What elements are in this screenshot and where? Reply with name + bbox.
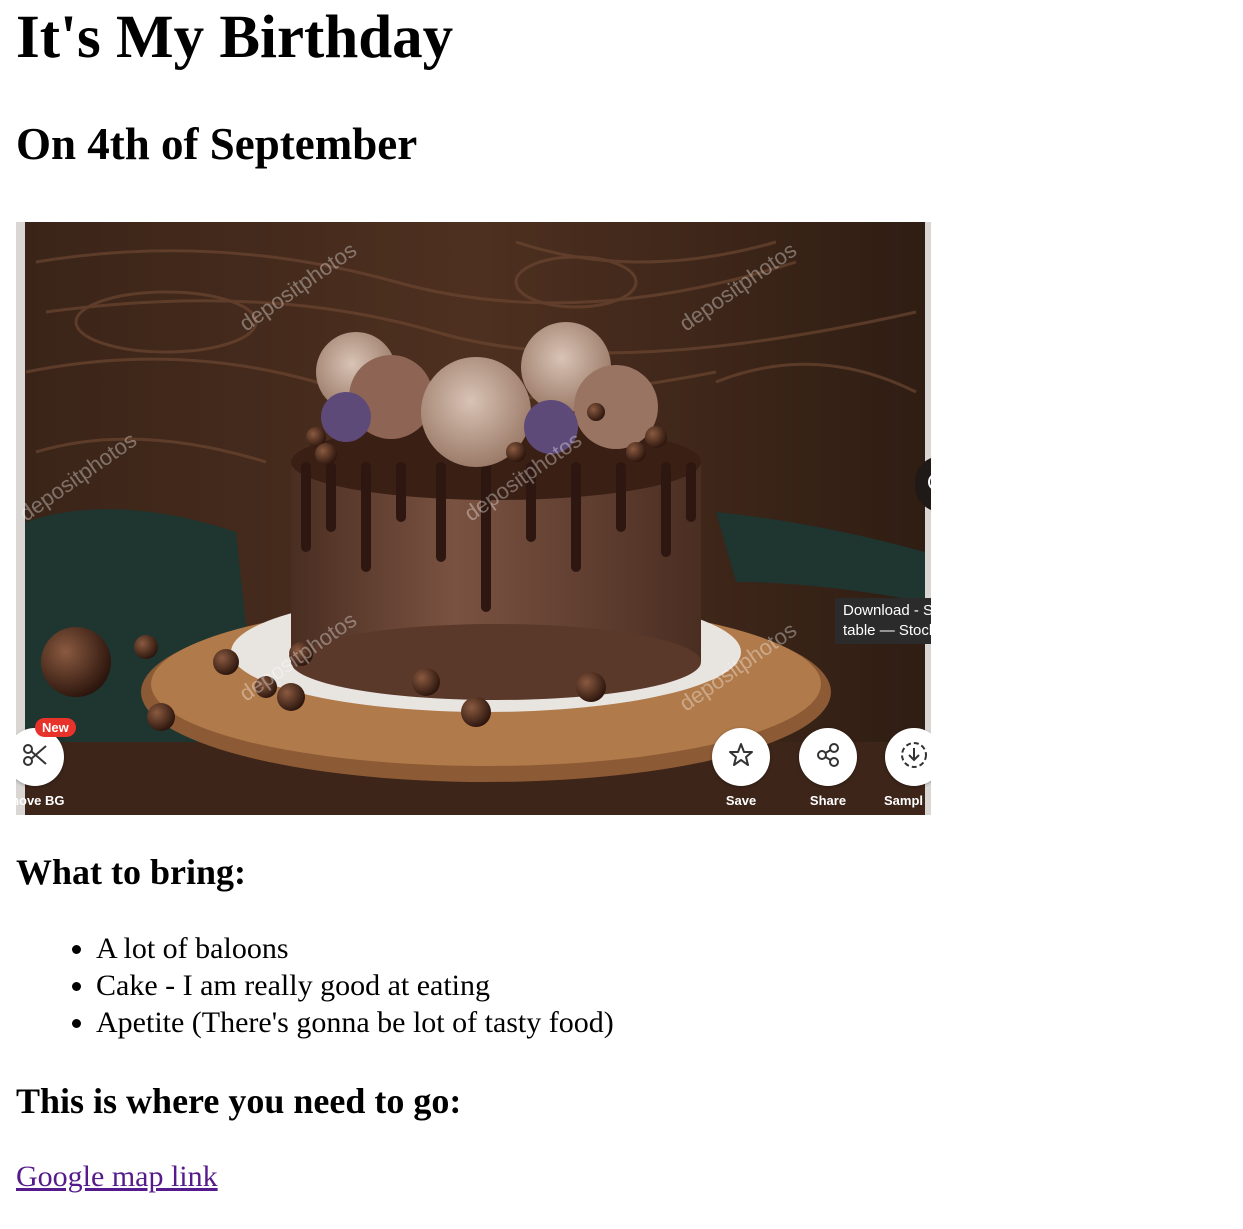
save-label: Save — [725, 793, 757, 808]
location-heading: This is where you need to go: — [16, 1081, 462, 1121]
download-tooltip: Download - S table — Stock — [835, 598, 931, 644]
download-icon — [899, 740, 929, 775]
list-item: Cake - I am really good at eating — [96, 967, 614, 1004]
list-item: A lot of baloons — [96, 930, 614, 967]
google-map-link[interactable]: Google map link — [16, 1160, 218, 1194]
save-button[interactable] — [712, 728, 770, 786]
sample-label: Sampl — [884, 793, 924, 808]
remove-bg-label: move BG — [16, 793, 65, 808]
bring-heading: What to bring: — [16, 852, 247, 892]
page-title: It's My Birthday — [16, 4, 454, 71]
scissors-icon — [20, 740, 50, 775]
tooltip-line-2: table — Stock — [843, 622, 931, 639]
star-icon — [727, 741, 755, 774]
share-button[interactable] — [799, 728, 857, 786]
share-icon — [814, 741, 842, 774]
list-item: Apetite (There's gonna be lot of tasty f… — [96, 1004, 614, 1041]
share-label: Share — [809, 793, 847, 808]
cake-image: depositphotos depositphotos depositphoto… — [16, 222, 925, 815]
zoom-in-icon — [927, 472, 931, 497]
cake-photo[interactable]: depositphotos depositphotos depositphoto… — [16, 222, 931, 815]
bring-list: A lot of baloons Cake - I am really good… — [16, 930, 614, 1041]
page-subtitle: On 4th of September — [16, 119, 418, 169]
new-badge: New — [35, 718, 76, 737]
tooltip-line-1: Download - S — [843, 602, 931, 619]
